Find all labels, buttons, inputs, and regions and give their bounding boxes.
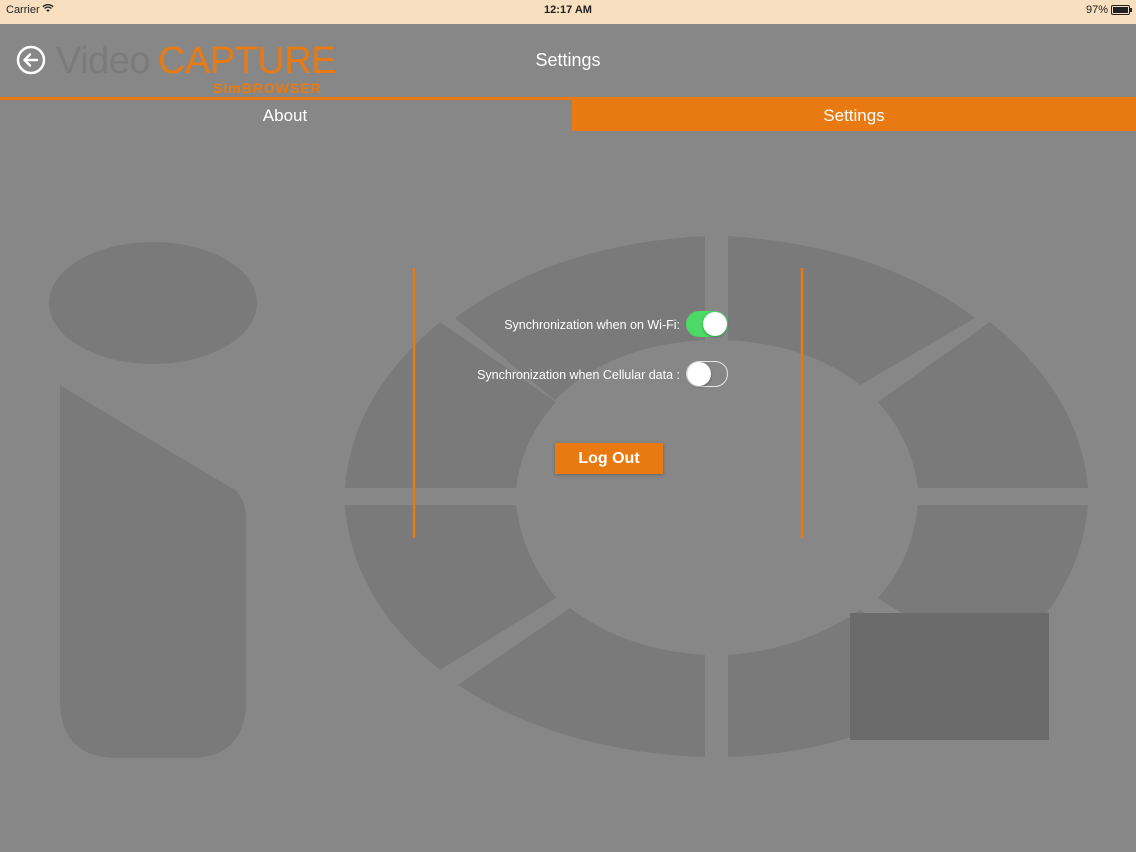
toggle-knob bbox=[703, 312, 727, 336]
wifi-sync-toggle[interactable] bbox=[686, 311, 728, 337]
cellular-sync-toggle[interactable] bbox=[686, 361, 728, 387]
log-out-button[interactable]: Log Out bbox=[555, 443, 663, 474]
settings-panel: Synchronization when on Wi-Fi: Synchroni… bbox=[0, 0, 1136, 852]
toggle-knob bbox=[687, 362, 711, 386]
wifi-sync-label: Synchronization when on Wi-Fi: bbox=[504, 318, 680, 332]
cellular-sync-label: Synchronization when Cellular data : bbox=[477, 368, 680, 382]
